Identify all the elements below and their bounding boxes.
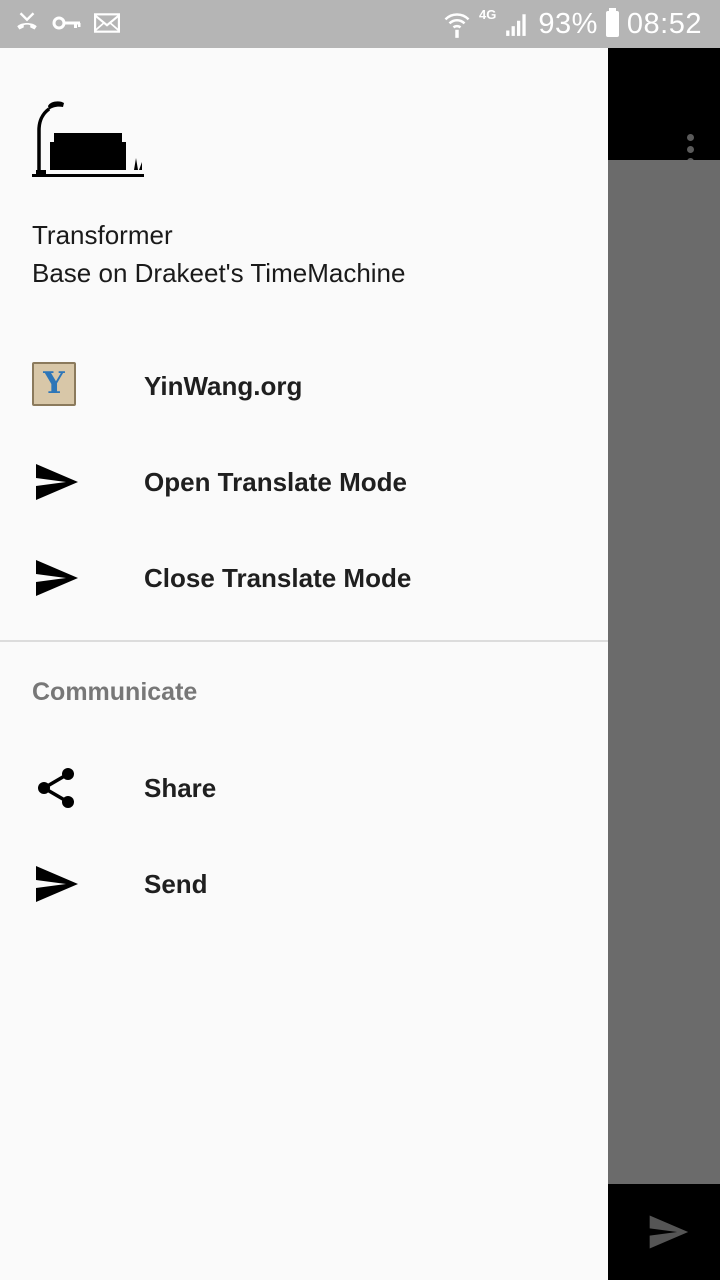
vpn-key-icon [52,16,81,30]
section-header-communicate: Communicate [32,678,198,706]
share-icon [38,768,74,808]
desk-lamp-logo [32,101,144,177]
send-icon [36,464,78,500]
battery-icon [605,8,619,37]
status-bar: 4G 93% 08:52 [0,0,720,48]
menu-item-close-translate-mode[interactable]: Close Translate Mode [0,530,608,626]
signal-icon [506,14,527,36]
clock: 08:52 [626,7,702,40]
menu-item-send[interactable]: Send [0,836,608,932]
battery-percent: 93% [538,7,598,40]
menu-item-label: Share [144,773,217,803]
send-icon [36,866,78,902]
drawer-title: Transformer [32,220,173,250]
menu-item-label: Open Translate Mode [144,467,407,497]
mail-icon [94,13,120,33]
screen: 4G 93% 08:52 Transformer Base on Drakeet… [0,0,720,1280]
wifi-icon [444,13,470,38]
status-right-icons: 4G 93% 08:52 [443,6,702,42]
status-left-icons [14,10,120,36]
send-fab-icon[interactable] [646,1210,690,1254]
missed-call-icon [17,12,37,30]
menu-item-open-translate-mode[interactable]: Open Translate Mode [0,434,608,530]
divider [0,640,608,642]
menu-item-share[interactable]: Share [0,740,608,836]
menu-item-label: Close Translate Mode [144,563,412,593]
navigation-drawer: Transformer Base on Drakeet's TimeMachin… [0,48,608,1280]
menu-item-label: Send [144,869,208,899]
menu-item-yinwang[interactable]: Y YinWang.org [0,338,608,434]
send-icon [36,560,78,596]
yinwang-favicon-icon: Y [32,362,80,410]
menu-item-label: YinWang.org [144,371,303,401]
drawer-subtitle: Base on Drakeet's TimeMachine [32,258,406,288]
network-type-label: 4G [479,6,497,22]
